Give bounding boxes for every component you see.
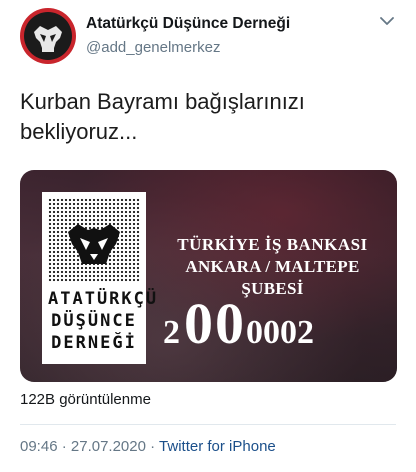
tweet-text: Kurban Bayramı bağışlarınızı bekliyoruz.…	[20, 89, 305, 144]
meta-separator: ·	[150, 438, 156, 455]
emblem-icon	[34, 26, 62, 52]
logo-line: DERNEĞİ	[51, 333, 137, 353]
author-name[interactable]: Atatürkçü Düşünce Derneği	[86, 15, 290, 33]
logo-line: DÜŞÜNCE	[51, 311, 137, 331]
chevron-down-icon[interactable]	[378, 12, 396, 30]
wolf-emblem-icon	[68, 224, 120, 264]
tweet-header: Atatürkçü Düşünce Derneği @add_genelmerk…	[20, 8, 404, 66]
account-number: 2000002	[163, 290, 393, 357]
account-digit: 0	[184, 291, 213, 356]
avatar[interactable]	[20, 8, 76, 64]
author-handle[interactable]: @add_genelmerkez	[86, 39, 220, 56]
logo-line: ATATÜRKÇÜ	[48, 289, 159, 309]
divider	[20, 424, 396, 425]
association-logo: ATATÜRKÇÜ DÜŞÜNCE DERNEĞİ	[42, 192, 159, 364]
bank-name: TÜRKİYE İŞ BANKASI	[177, 235, 368, 254]
account-digit: 0002	[246, 314, 314, 351]
tweet-meta: 09:46 · 27.07.2020 · Twitter for iPhone	[20, 438, 276, 455]
tweet-source-link[interactable]: Twitter for iPhone	[159, 438, 276, 455]
view-count: 122B görüntülenme	[20, 391, 151, 408]
tweet-media-image[interactable]: ATATÜRKÇÜ DÜŞÜNCE DERNEĞİ TÜRKİYE İŞ BAN…	[20, 170, 397, 382]
tweet-date[interactable]: 27.07.2020	[71, 438, 146, 455]
account-digit: 0	[215, 291, 244, 356]
meta-separator: ·	[61, 438, 67, 455]
tweet-time[interactable]: 09:46	[20, 438, 58, 455]
account-digit: 2	[163, 314, 180, 351]
